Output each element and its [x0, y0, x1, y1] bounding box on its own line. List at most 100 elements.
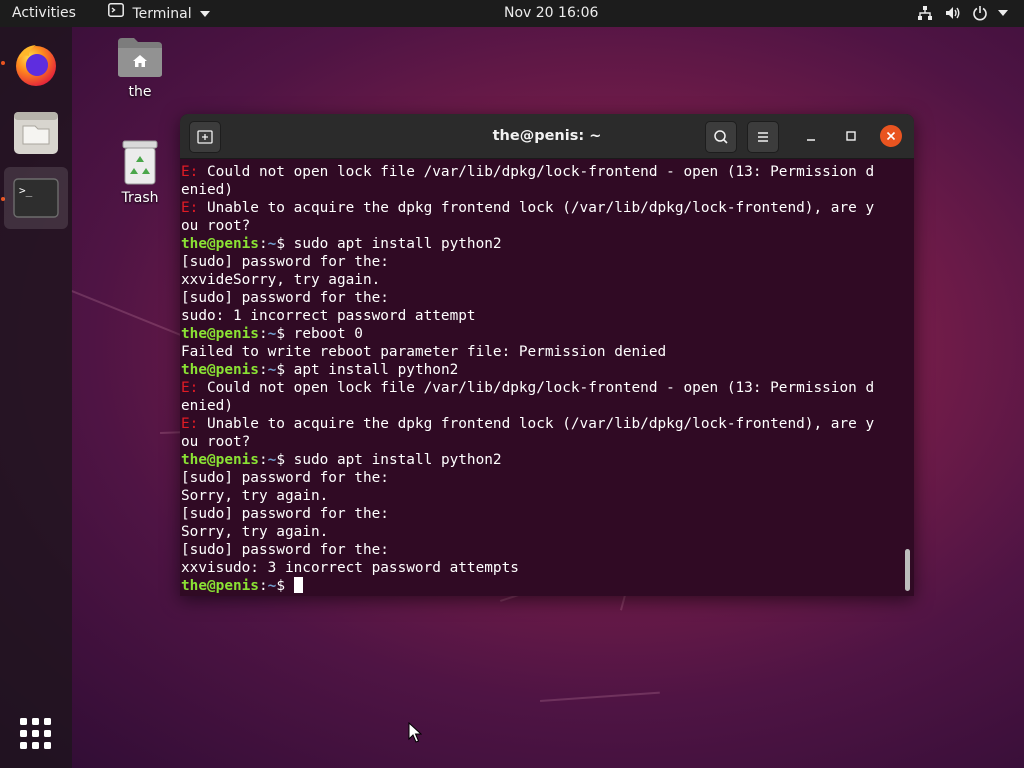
prompt-dollar: $	[276, 362, 294, 378]
dock-terminal[interactable]: >_	[4, 167, 68, 229]
desktop-trash[interactable]: Trash	[100, 140, 180, 206]
network-icon[interactable]	[917, 0, 933, 27]
app-grid-icon	[20, 718, 51, 749]
terminal-line: enied)	[181, 181, 914, 199]
prompt-colon: :	[258, 578, 268, 594]
terminal-line: [sudo] password for the:	[181, 253, 914, 271]
search-button[interactable]	[705, 121, 737, 153]
prompt-user: the@penis	[181, 236, 259, 252]
output-text: Failed to write reboot parameter file: P…	[181, 344, 667, 360]
close-button[interactable]	[876, 121, 906, 151]
terminal-line: the@penis:~$ sudo apt install python2	[181, 235, 914, 253]
error-prefix: E:	[181, 380, 199, 396]
show-applications-button[interactable]	[4, 703, 68, 765]
menu-icon	[758, 132, 768, 142]
error-prefix: E:	[181, 200, 199, 216]
home-folder-icon	[118, 38, 162, 77]
minimize-icon	[807, 139, 815, 141]
output-text: enied)	[181, 182, 233, 198]
command-text: sudo apt install python2	[293, 236, 502, 252]
terminal-line: E: Unable to acquire the dpkg frontend l…	[181, 415, 914, 433]
maximize-icon	[846, 131, 856, 141]
files-icon	[14, 112, 58, 154]
prompt-user: the@penis	[181, 362, 259, 378]
wallpaper-line	[540, 691, 660, 702]
terminal-line: [sudo] password for the:	[181, 289, 914, 307]
firefox-icon	[16, 45, 56, 86]
terminal-line: xxvideSorry, try again.	[181, 271, 914, 289]
search-icon	[714, 130, 728, 144]
dock-files[interactable]	[4, 102, 68, 164]
output-text: Could not open lock file /var/lib/dpkg/l…	[198, 380, 875, 396]
output-text: Sorry, try again.	[181, 524, 329, 540]
output-text: xxvideSorry, try again.	[181, 272, 381, 288]
top-bar: Activities Terminal Nov 20 16:06	[0, 0, 1024, 27]
svg-text:>_: >_	[19, 184, 33, 197]
activities-button[interactable]: Activities	[12, 0, 76, 27]
terminal-line: [sudo] password for the:	[181, 541, 914, 559]
close-icon	[880, 125, 902, 147]
app-menu-label: Terminal	[132, 5, 192, 22]
app-menu[interactable]: Terminal	[108, 0, 211, 27]
terminal-line: [sudo] password for the:	[181, 505, 914, 523]
terminal-line: Failed to write reboot parameter file: P…	[181, 343, 914, 361]
volume-icon[interactable]	[945, 0, 961, 27]
terminal-output[interactable]: E: Could not open lock file /var/lib/dpk…	[180, 159, 914, 596]
desktop-trash-label: Trash	[121, 190, 159, 206]
terminal-line: E: Could not open lock file /var/lib/dpk…	[181, 163, 914, 181]
minimize-button[interactable]	[796, 121, 826, 151]
terminal-header-bar[interactable]: the@penis: ~	[180, 114, 914, 159]
terminal-line: E: Could not open lock file /var/lib/dpk…	[181, 379, 914, 397]
prompt-colon: :	[258, 452, 268, 468]
mouse-pointer-icon	[408, 722, 422, 743]
terminal-line: E: Unable to acquire the dpkg frontend l…	[181, 199, 914, 217]
terminal-line: the@penis:~$ reboot 0	[181, 325, 914, 343]
terminal-line: sudo: 1 incorrect password attempt	[181, 307, 914, 325]
command-text: apt install python2	[293, 362, 459, 378]
terminal-line: ou root?	[181, 217, 914, 235]
command-text: reboot 0	[293, 326, 363, 342]
terminal-line: the@penis:~$	[181, 577, 914, 595]
output-text: xxvisudo: 3 incorrect password attempts	[181, 560, 519, 576]
trash-icon	[122, 140, 158, 185]
output-text: Sorry, try again.	[181, 488, 329, 504]
terminal-window[interactable]: the@penis: ~ E: Could not open lock file…	[180, 114, 914, 596]
output-text: [sudo] password for the:	[181, 506, 389, 522]
menu-button[interactable]	[747, 121, 779, 153]
output-text: Unable to acquire the dpkg frontend lock…	[198, 416, 875, 432]
output-text: enied)	[181, 398, 233, 414]
desktop-home-label: the	[128, 84, 152, 100]
prompt-user: the@penis	[181, 452, 259, 468]
output-text: [sudo] password for the:	[181, 254, 389, 270]
command-text: sudo apt install python2	[293, 452, 502, 468]
terminal-icon	[108, 0, 124, 27]
terminal-line: Sorry, try again.	[181, 523, 914, 541]
dock-firefox[interactable]	[4, 33, 68, 95]
terminal-line: the@penis:~$ apt install python2	[181, 361, 914, 379]
prompt-dollar: $	[276, 452, 294, 468]
power-icon[interactable]	[972, 0, 988, 27]
output-text: ou root?	[181, 218, 251, 234]
clock[interactable]: Nov 20 16:06	[504, 0, 598, 27]
output-text: Could not open lock file /var/lib/dpkg/l…	[198, 164, 875, 180]
terminal-icon: >_	[13, 178, 59, 218]
prompt-dollar: $	[276, 578, 294, 594]
terminal-line: [sudo] password for the:	[181, 469, 914, 487]
system-menu-chevron-icon[interactable]	[998, 0, 1008, 27]
error-prefix: E:	[181, 416, 199, 432]
terminal-line: xxvisudo: 3 incorrect password attempts	[181, 559, 914, 577]
output-text: [sudo] password for the:	[181, 542, 389, 558]
dock: >_	[0, 27, 72, 768]
desktop-home-folder[interactable]: the	[100, 36, 180, 100]
terminal-scrollbar[interactable]	[905, 549, 910, 591]
error-prefix: E:	[181, 164, 199, 180]
prompt-user: the@penis	[181, 326, 259, 342]
prompt-dollar: $	[276, 236, 294, 252]
prompt-colon: :	[258, 326, 268, 342]
terminal-line: enied)	[181, 397, 914, 415]
terminal-line: the@penis:~$ sudo apt install python2	[181, 451, 914, 469]
chevron-down-icon	[200, 0, 211, 27]
terminal-line: ou root?	[181, 433, 914, 451]
maximize-button[interactable]	[836, 121, 866, 151]
output-text: [sudo] password for the:	[181, 290, 389, 306]
